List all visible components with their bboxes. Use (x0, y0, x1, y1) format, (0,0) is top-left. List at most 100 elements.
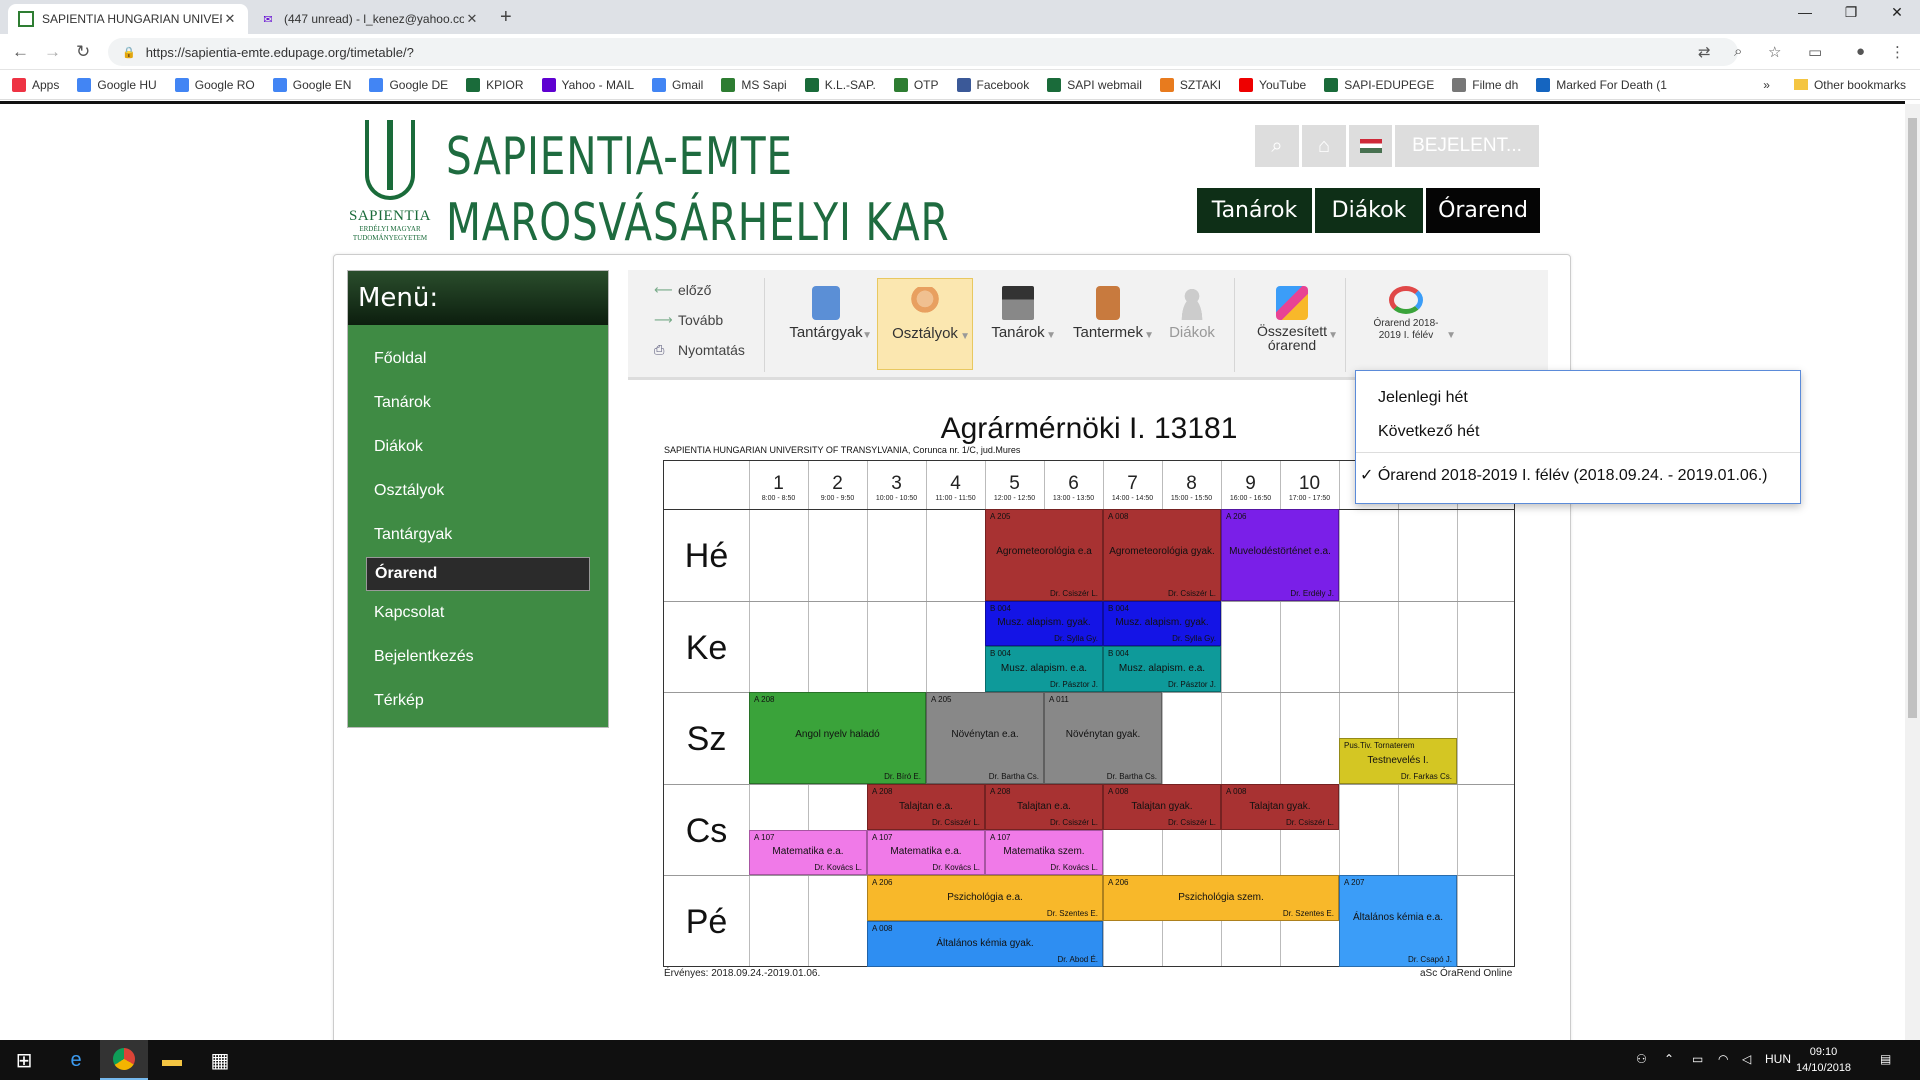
bookmark-item[interactable]: SZTAKI (1159, 77, 1221, 92)
bookmark-item[interactable]: Yahoo - MAIL (541, 77, 634, 92)
lesson-card[interactable]: B 004 Musz. alapism. gyak. Dr. Sylla Gy. (1103, 600, 1221, 647)
option-current-week[interactable]: Jelenlegi hét (1378, 389, 1468, 407)
menu-item[interactable]: Tantárgyak (348, 513, 608, 557)
menu-item[interactable]: Kapcsolat (348, 591, 608, 635)
profile-icon[interactable]: ● (1856, 43, 1865, 60)
lesson-card[interactable]: A 011 Növénytan gyak. Dr. Bartha Cs. (1044, 692, 1162, 784)
star-icon[interactable]: ☆ (1768, 43, 1781, 61)
close-icon[interactable]: ✕ (464, 11, 480, 27)
battery-icon[interactable]: ▭ (1692, 1052, 1703, 1066)
minimize-icon[interactable]: — (1782, 4, 1828, 20)
windows-start-icon[interactable]: ⊞ (0, 1040, 48, 1080)
language-button[interactable] (1349, 125, 1392, 167)
login-button[interactable]: BEJELENT... (1395, 125, 1539, 167)
menu-item[interactable]: Tanárok (348, 381, 608, 425)
reload-icon[interactable]: ↻ (76, 42, 90, 62)
zoom-icon[interactable]: ⌕ (1734, 43, 1742, 60)
lesson-card[interactable]: A 207 Általános kémia e.a. Dr. Csapó J. (1339, 875, 1457, 967)
bookmark-item[interactable]: Facebook (956, 77, 1029, 92)
bookmark-item[interactable]: KPIOR (466, 77, 524, 92)
bookmark-item[interactable]: Gmail (652, 77, 703, 92)
lesson-card[interactable]: A 208 Angol nyelv haladó Dr. Bíró E. (749, 692, 926, 784)
topnav-diakok[interactable]: Diákok (1315, 188, 1423, 233)
print-link[interactable]: ⎙ Nyomtatás (654, 342, 745, 358)
lesson-card[interactable]: A 008 Talajtan gyak. Dr. Csiszér L. (1221, 783, 1339, 830)
vertical-scrollbar[interactable] (1905, 104, 1920, 1040)
file-explorer-icon[interactable]: ▬ (148, 1040, 196, 1080)
lesson-card[interactable]: A 206 Pszichológia szem. Dr. Szentes E. (1103, 875, 1339, 922)
lesson-card[interactable]: A 008 Agrometeorológia gyak. Dr. Csiszér L… (1103, 509, 1221, 601)
bookmark-item[interactable]: Filme dh (1452, 77, 1518, 92)
menu-item[interactable]: Térkép (348, 679, 608, 723)
topnav-tanarok[interactable]: Tanárok (1197, 188, 1312, 233)
menu-dots-icon[interactable]: ⋮ (1890, 43, 1905, 61)
bookmark-item[interactable]: Apps (12, 77, 59, 92)
lesson-card[interactable]: B 004 Musz. alapism. gyak. Dr. Sylla Gy. (985, 600, 1103, 647)
new-tab-icon[interactable]: + (500, 6, 512, 29)
forward-icon[interactable]: → (44, 42, 61, 62)
scrollbar-thumb[interactable] (1908, 118, 1917, 718)
lesson-card[interactable]: A 208 Talajtan e.a. Dr. Csiszér L. (985, 783, 1103, 830)
menu-item[interactable]: Diákok (348, 425, 608, 469)
tool-osszesitett[interactable]: Összesített órarend ▼ (1244, 278, 1340, 370)
search-button[interactable]: ⌕ (1255, 125, 1299, 167)
prev-link[interactable]: ⟵ előző (654, 282, 711, 298)
bookmark-item[interactable]: K.L.-SAP. (804, 77, 876, 92)
site-title[interactable]: SAPIENTIA-EMTE MAROSVÁSÁRHELYI KAR (446, 124, 950, 256)
clock[interactable]: 09:10 14/10/2018 (1796, 1044, 1851, 1076)
tool-orarend-semester[interactable]: Órarend 2018-2019 I. félév ▼ (1354, 278, 1458, 370)
bookmark-item[interactable]: SAPI webmail (1047, 77, 1142, 92)
lesson-card[interactable]: A 107 Matematika e.a. Dr. Kovács L. (867, 829, 985, 876)
lesson-card[interactable]: A 206 Pszichológia e.a. Dr. Szentes E. (867, 875, 1103, 922)
lesson-card[interactable]: A 205 Növénytan e.a. Dr. Bartha Cs. (926, 692, 1044, 784)
lesson-card[interactable]: A 008 Általános kémia gyak. Dr. Abod É. (867, 921, 1103, 967)
wifi-icon[interactable]: ◠ (1718, 1052, 1728, 1066)
edge-icon[interactable]: e (52, 1040, 100, 1080)
extension-icon[interactable]: ▭ (1808, 43, 1822, 61)
chevron-up-icon[interactable]: ⌃ (1664, 1052, 1674, 1066)
people-icon[interactable]: ⚇ (1636, 1052, 1647, 1066)
menu-item[interactable]: Órarend (366, 557, 590, 591)
bookmark-item[interactable]: MS Sapi (721, 77, 787, 92)
lesson-card[interactable]: A 107 Matematika e.a. Dr. Kovács L. (749, 829, 867, 876)
topnav-orarend[interactable]: Órarend (1426, 188, 1540, 233)
bookmark-item[interactable]: SAPI-EDUPEGE (1324, 77, 1434, 92)
lesson-card[interactable]: B 004 Musz. alapism. e.a. Dr. Pásztor J. (1103, 646, 1221, 693)
bookmark-item[interactable]: Google DE (369, 77, 448, 92)
bookmark-item[interactable]: Google RO (174, 77, 255, 92)
lesson-card[interactable]: Pus.Tiv. Tornaterem Testnevelés I. Dr. Far… (1339, 738, 1457, 784)
lesson-card[interactable]: B 004 Musz. alapism. e.a. Dr. Pásztor J. (985, 646, 1103, 693)
close-icon[interactable]: ✕ (222, 11, 238, 27)
translate-icon[interactable]: ⇄ (1698, 43, 1711, 61)
other-bookmarks[interactable]: » Other bookmarks (1763, 78, 1906, 92)
tab-yahoo-mail[interactable]: ✉ (447 unread) - l_kenez@yahoo.co ✕ (250, 4, 490, 34)
lesson-card[interactable]: A 107 Matematika szem. Dr. Kovács L. (985, 829, 1103, 876)
bookmark-item[interactable]: YouTube (1239, 77, 1306, 92)
next-link[interactable]: ⟶ Tovább (654, 312, 723, 328)
menu-item[interactable]: Osztályok (348, 469, 608, 513)
tab-sapientia[interactable]: SAPIENTIA HUNGARIAN UNIVER ✕ (8, 4, 248, 34)
home-button[interactable]: ⌂ (1302, 125, 1346, 167)
tool-osztalyok[interactable]: Osztályok ▼ (877, 278, 973, 370)
bookmark-item[interactable]: OTP (893, 77, 939, 92)
bookmark-item[interactable]: Google HU (77, 77, 157, 92)
lesson-card[interactable]: A 208 Talajtan e.a. Dr. Csiszér L. (867, 783, 985, 830)
back-icon[interactable]: ← (12, 42, 29, 62)
bookmark-item[interactable]: Google EN (272, 77, 351, 92)
tool-tanarok[interactable]: Tanárok ▼ (978, 278, 1058, 370)
chrome-icon[interactable] (100, 1040, 148, 1080)
option-semester[interactable]: ✓ Órarend 2018-2019 I. félév (2018.09.24… (1360, 465, 1767, 485)
tool-tantermek[interactable]: Tantermek ▼ (1060, 278, 1156, 370)
lesson-card[interactable]: A 206 Muvelodéstörténet e.a. Dr. Erdély J. (1221, 509, 1339, 601)
address-bar[interactable]: 🔒 https://sapientia-emte.edupage.org/tim… (108, 38, 1738, 66)
tool-diakok[interactable]: Diákok (1160, 278, 1224, 370)
close-window-icon[interactable]: ✕ (1874, 4, 1920, 21)
lesson-card[interactable]: A 008 Talajtan gyak. Dr. Csiszér L. (1103, 783, 1221, 830)
notifications-icon[interactable]: ▤ (1880, 1052, 1891, 1066)
language-indicator[interactable]: HUN (1765, 1052, 1791, 1066)
restore-icon[interactable]: ❐ (1828, 4, 1874, 21)
tool-tantargyak[interactable]: Tantárgyak ▼ (778, 278, 874, 370)
lesson-card[interactable]: A 205 Agrometeorológia e.a Dr. Csiszér L. (985, 509, 1103, 601)
bookmark-item[interactable]: Marked For Death (1 (1536, 77, 1667, 92)
sapientia-logo[interactable]: SAPIENTIA ERDÉLYI MAGYAR TUDOMÁNYEGYETEM (340, 120, 440, 250)
